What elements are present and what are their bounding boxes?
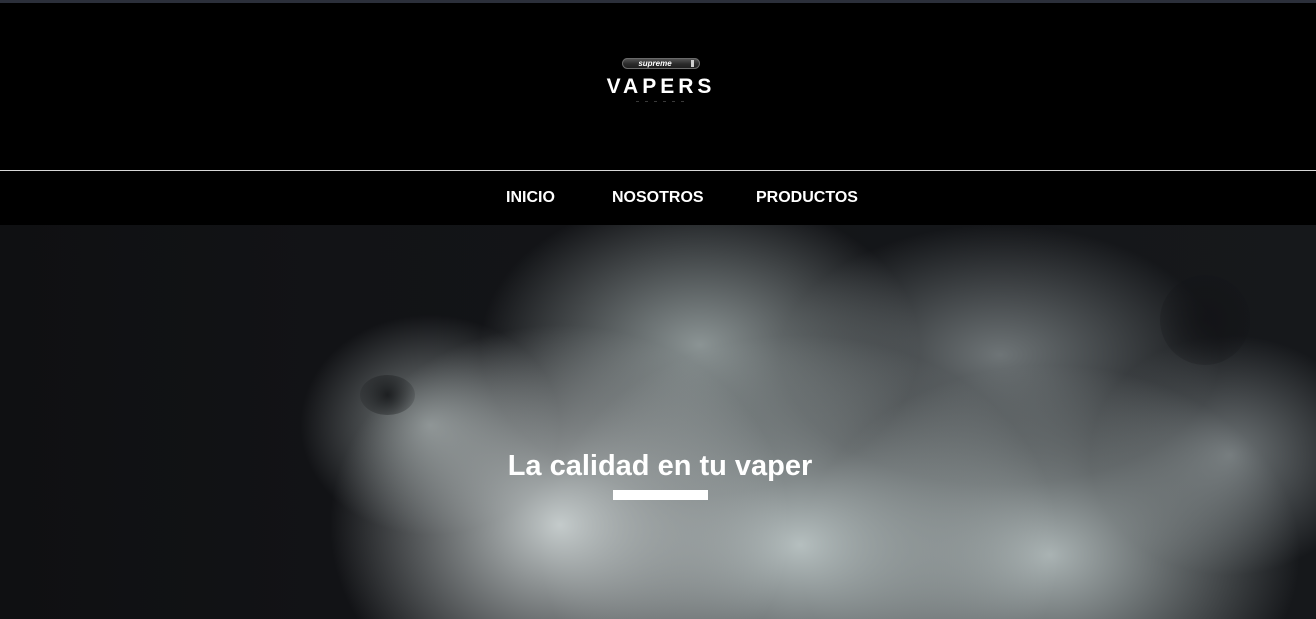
logo-tagline-line bbox=[636, 101, 686, 102]
site-header: supreme VAPERS bbox=[0, 3, 1316, 170]
logo-badge-mark bbox=[691, 60, 694, 67]
hero-title-underline bbox=[613, 490, 708, 500]
nav-item-inicio[interactable]: INICIO bbox=[506, 188, 555, 208]
nav-item-nosotros[interactable]: NOSOTROS bbox=[612, 188, 704, 208]
hero-banner: La calidad en tu vaper bbox=[0, 225, 1316, 619]
hero-title: La calidad en tu vaper bbox=[507, 450, 813, 482]
main-nav: INICIO NOSOTROS PRODUCTOS bbox=[0, 171, 1316, 225]
logo-badge-text: supreme bbox=[638, 59, 672, 68]
hero-smoke-shadow bbox=[1160, 275, 1250, 365]
logo-badge: supreme bbox=[622, 58, 700, 69]
logo-wordmark: VAPERS bbox=[606, 75, 716, 98]
nav-item-productos[interactable]: PRODUCTOS bbox=[756, 188, 858, 208]
site-logo[interactable]: supreme VAPERS bbox=[598, 58, 724, 108]
hero-smoke-shadow bbox=[360, 375, 415, 415]
